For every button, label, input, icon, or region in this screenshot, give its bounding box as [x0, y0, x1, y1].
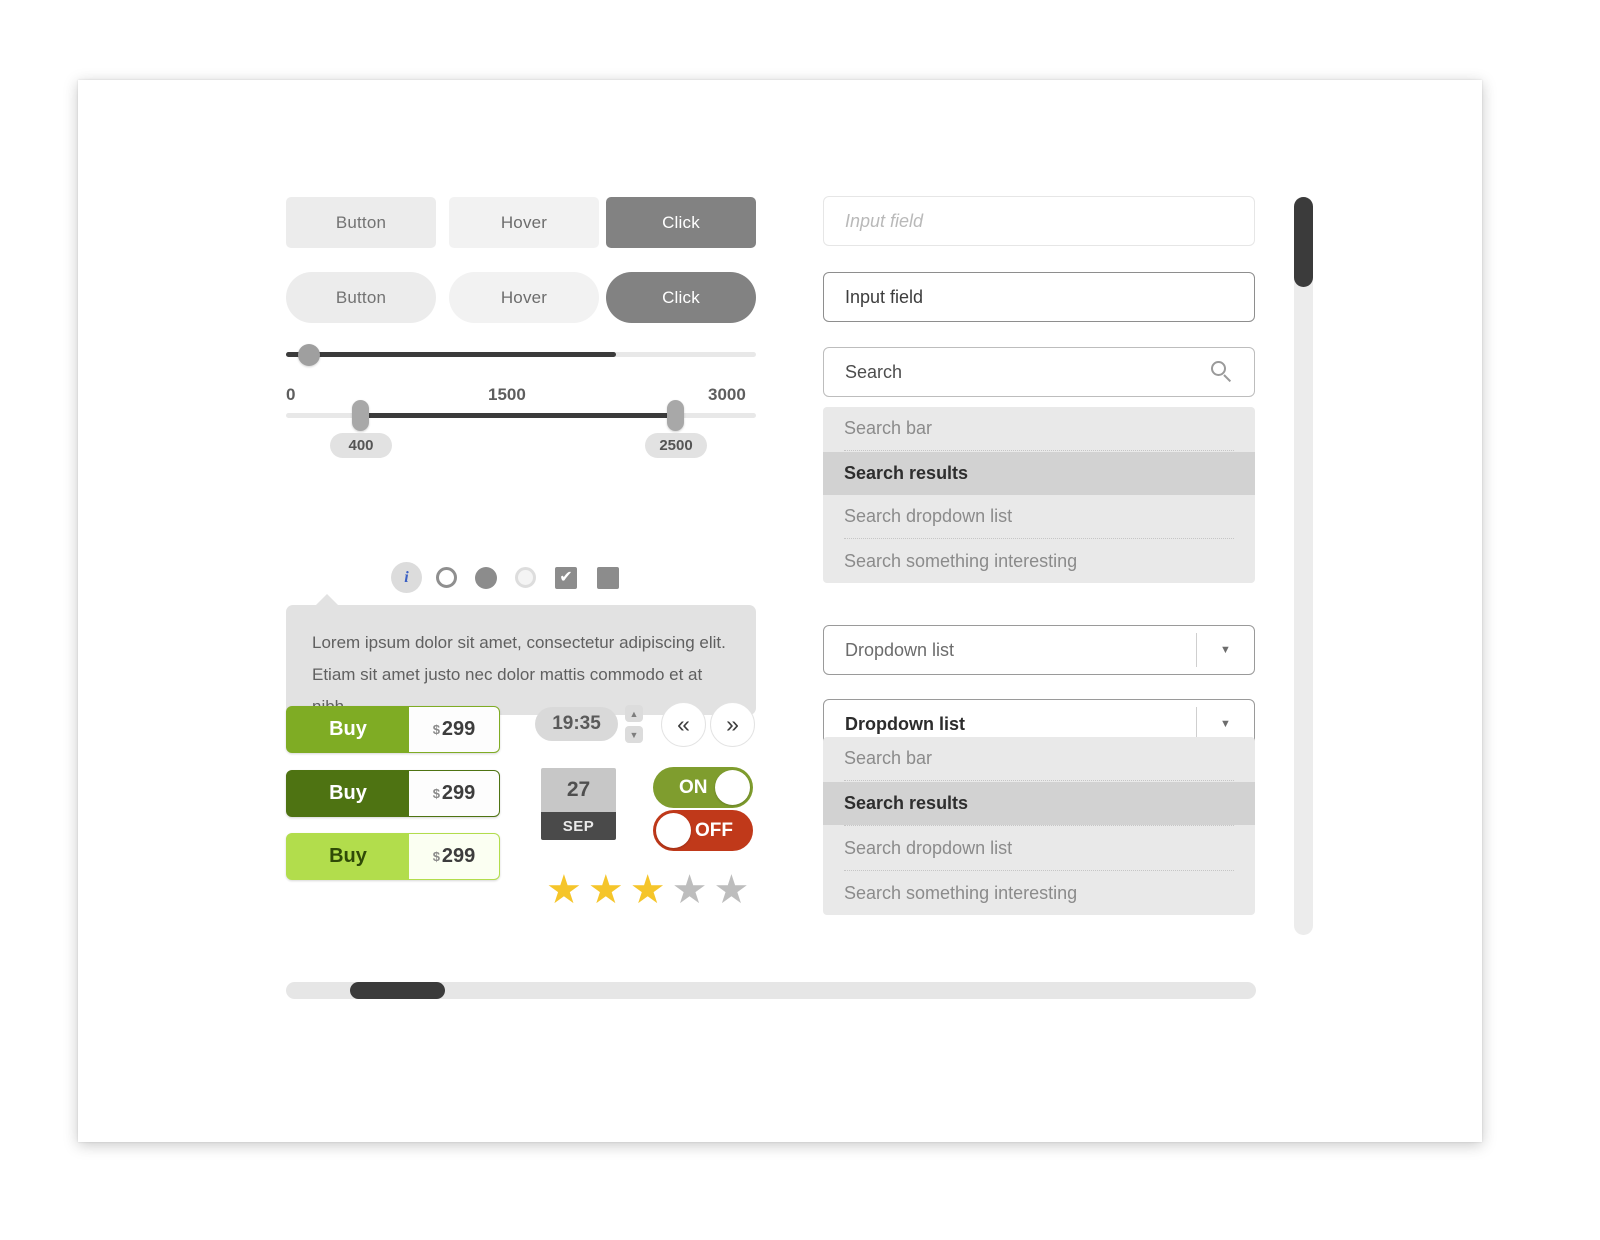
input-field-filled[interactable]: Input field: [823, 272, 1255, 322]
list-item[interactable]: Search dropdown list: [823, 495, 1255, 538]
toggle-off-knob: [656, 813, 691, 848]
currency-symbol: $: [432, 786, 440, 801]
toggle-on[interactable]: ON: [653, 767, 753, 808]
button-rect-normal[interactable]: Button: [286, 197, 436, 248]
input-field-placeholder[interactable]: Input field: [823, 196, 1255, 246]
button-rect-hover[interactable]: Hover: [449, 197, 599, 248]
range-high-bubble: 2500: [645, 433, 707, 458]
list-item[interactable]: Search dropdown list: [823, 827, 1255, 870]
buy-price: $299: [409, 707, 499, 752]
date-day: 27: [541, 768, 616, 812]
info-icon[interactable]: i: [391, 562, 422, 593]
date-badge: 27 SEP: [541, 768, 616, 840]
buy-price: $299: [409, 771, 499, 816]
dropdown-label: Dropdown list: [845, 713, 965, 734]
radio-unselected[interactable]: [436, 567, 457, 588]
star-empty-4[interactable]: ★: [672, 870, 708, 910]
date-month: SEP: [541, 812, 616, 840]
range-handle-low[interactable]: [352, 400, 369, 431]
list-item[interactable]: Search bar: [823, 737, 1255, 780]
ui-kit-canvas: Button Hover Click Button Hover Click 0 …: [78, 80, 1482, 1142]
list-item[interactable]: Search something interesting: [823, 540, 1255, 583]
checkbox-filled[interactable]: [597, 566, 619, 589]
list-item[interactable]: Search something interesting: [823, 872, 1255, 915]
button-pill-click[interactable]: Click: [606, 272, 756, 323]
search-icon[interactable]: [1211, 361, 1233, 383]
checkmark-icon: ✔: [559, 568, 573, 586]
buy-button-light[interactable]: Buy $299: [286, 833, 500, 880]
price-value: 299: [441, 782, 476, 804]
dropdown-list-1[interactable]: Dropdown list ▼: [823, 625, 1255, 675]
toggle-on-label: ON: [679, 776, 708, 798]
chevron-down-icon[interactable]: ▼: [1197, 718, 1254, 730]
price-value: 299: [441, 845, 476, 867]
buy-price: $299: [409, 834, 499, 879]
slider-fill: [286, 352, 616, 357]
price-value: 299: [441, 718, 476, 740]
pagination-next-button[interactable]: »: [710, 702, 755, 747]
spinner-down-button[interactable]: ▼: [625, 726, 643, 743]
range-min-label: 0: [286, 385, 296, 404]
rating-stars[interactable]: ★ ★ ★ ★ ★: [546, 870, 749, 910]
buy-button-primary[interactable]: Buy $299: [286, 706, 500, 753]
star-filled-1[interactable]: ★: [546, 870, 582, 910]
list-item-selected[interactable]: Search results: [823, 452, 1255, 495]
range-low-bubble: 400: [330, 433, 392, 458]
star-filled-3[interactable]: ★: [630, 870, 666, 910]
range-fill: [358, 413, 675, 418]
range-handle-high[interactable]: [667, 400, 684, 431]
checkbox-checked[interactable]: ✔: [555, 566, 577, 589]
range-max-label: 3000: [708, 385, 746, 404]
list-item-selected[interactable]: Search results: [823, 782, 1255, 825]
dropdown-label: Dropdown list: [845, 639, 955, 660]
search-input[interactable]: Search: [823, 347, 1255, 397]
chevron-right-icon: »: [726, 711, 739, 737]
vertical-scrollbar-thumb[interactable]: [1294, 197, 1313, 287]
range-mid-label: 1500: [488, 385, 526, 404]
buy-label: Buy: [287, 771, 409, 816]
slider-handle[interactable]: [298, 344, 320, 366]
button-pill-normal[interactable]: Button: [286, 272, 436, 323]
spinner-up-button[interactable]: ▲: [625, 705, 643, 722]
search-input-value: Search: [845, 361, 903, 382]
currency-symbol: $: [432, 849, 440, 864]
pagination-prev-button[interactable]: «: [661, 702, 706, 747]
button-rect-click[interactable]: Click: [606, 197, 756, 248]
horizontal-scrollbar[interactable]: [286, 982, 1256, 999]
buy-label: Buy: [287, 834, 409, 879]
button-pill-hover[interactable]: Hover: [449, 272, 599, 323]
radio-selected[interactable]: [475, 566, 497, 589]
control-row: i ✔: [391, 562, 624, 593]
list-item[interactable]: Search bar: [823, 407, 1255, 450]
tooltip-panel: Lorem ipsum dolor sit amet, consectetur …: [286, 594, 756, 716]
star-filled-2[interactable]: ★: [588, 870, 624, 910]
chevron-left-icon: «: [677, 711, 690, 737]
toggle-off-label: OFF: [695, 819, 733, 841]
vertical-scrollbar[interactable]: [1294, 197, 1313, 935]
search-results-list-1[interactable]: Search bar Search results Search dropdow…: [823, 407, 1255, 583]
buy-label: Buy: [287, 707, 409, 752]
time-value[interactable]: 19:35: [535, 707, 618, 741]
buy-button-dark[interactable]: Buy $299: [286, 770, 500, 817]
chevron-down-icon[interactable]: ▼: [1197, 644, 1254, 656]
star-empty-5[interactable]: ★: [713, 870, 749, 910]
toggle-off[interactable]: OFF: [653, 810, 753, 851]
toggle-on-knob: [715, 770, 750, 805]
search-results-list-2[interactable]: Search bar Search results Search dropdow…: [823, 737, 1255, 915]
horizontal-scrollbar-thumb[interactable]: [350, 982, 445, 999]
radio-disabled: [515, 567, 536, 588]
currency-symbol: $: [432, 722, 440, 737]
